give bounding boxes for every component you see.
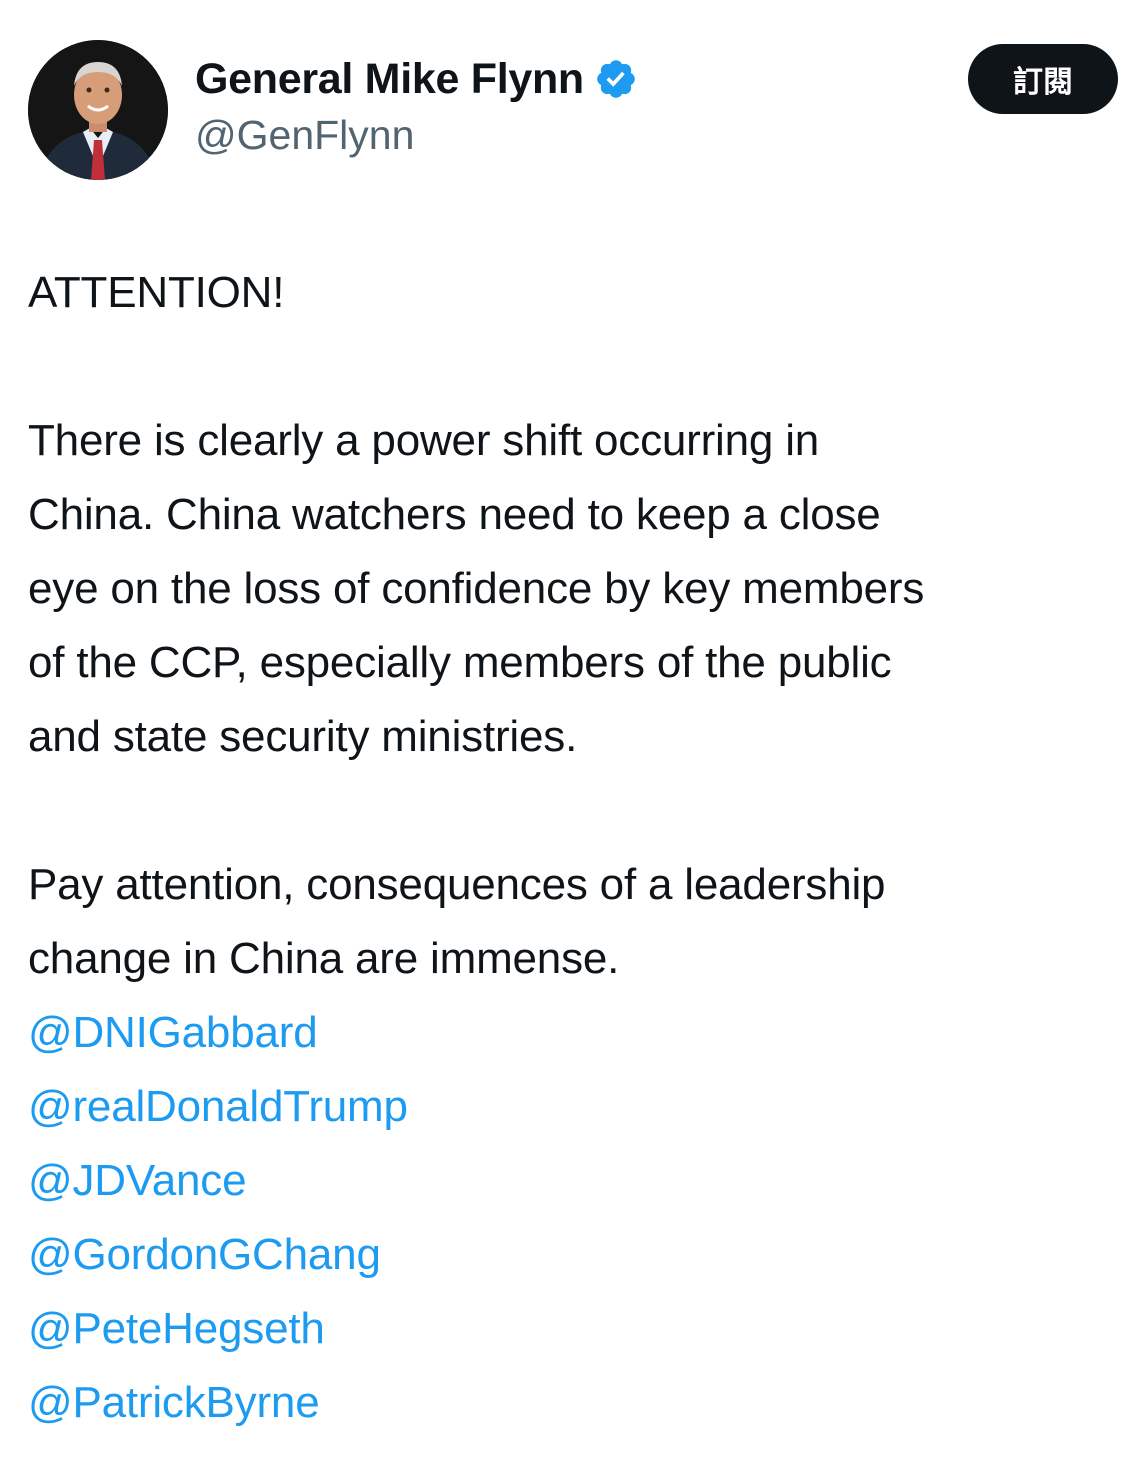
- author-handle[interactable]: @GenFlynn: [195, 112, 638, 159]
- mention-link-jdvance[interactable]: @JDVance: [28, 1144, 1133, 1218]
- tweet-heading: ATTENTION!: [28, 268, 285, 317]
- tweet-line: of the CCP, especially members of the pu…: [28, 638, 892, 687]
- display-name[interactable]: General Mike Flynn: [195, 55, 584, 104]
- tweet-line: change in China are immense.: [28, 934, 620, 983]
- subscribe-button[interactable]: 訂閱: [968, 44, 1118, 114]
- tweet-line: China. China watchers need to keep a clo…: [28, 490, 881, 539]
- mention-link-petehegseth[interactable]: @PeteHegseth: [28, 1292, 1133, 1366]
- tweet-text: ATTENTION! There is clearly a power shif…: [28, 256, 1133, 1440]
- mention-link-dnigabbard[interactable]: @DNIGabbard: [28, 996, 1133, 1070]
- avatar-photo-icon: [28, 40, 168, 180]
- tweet-line: eye on the loss of confidence by key mem…: [28, 564, 925, 613]
- mention-link-patrickbyrne[interactable]: @PatrickByrne: [28, 1366, 1133, 1440]
- verified-badge-icon[interactable]: [594, 57, 638, 101]
- tweet-line: and state security ministries.: [28, 712, 578, 761]
- avatar[interactable]: [28, 40, 168, 180]
- mention-link-realdonaldtrump[interactable]: @realDonaldTrump: [28, 1070, 1133, 1144]
- tweet-line: Pay attention, consequences of a leaders…: [28, 860, 886, 909]
- display-name-row: General Mike Flynn: [195, 52, 638, 106]
- tweet: General Mike Flynn @GenFlynn 訂閱 ATTENTIO…: [0, 0, 1133, 1461]
- author-names: General Mike Flynn @GenFlynn: [195, 52, 638, 159]
- mention-link-gordongchang[interactable]: @GordonGChang: [28, 1218, 1133, 1292]
- tweet-line: There is clearly a power shift occurring…: [28, 416, 820, 465]
- tweet-header: General Mike Flynn @GenFlynn 訂閱: [28, 40, 1118, 180]
